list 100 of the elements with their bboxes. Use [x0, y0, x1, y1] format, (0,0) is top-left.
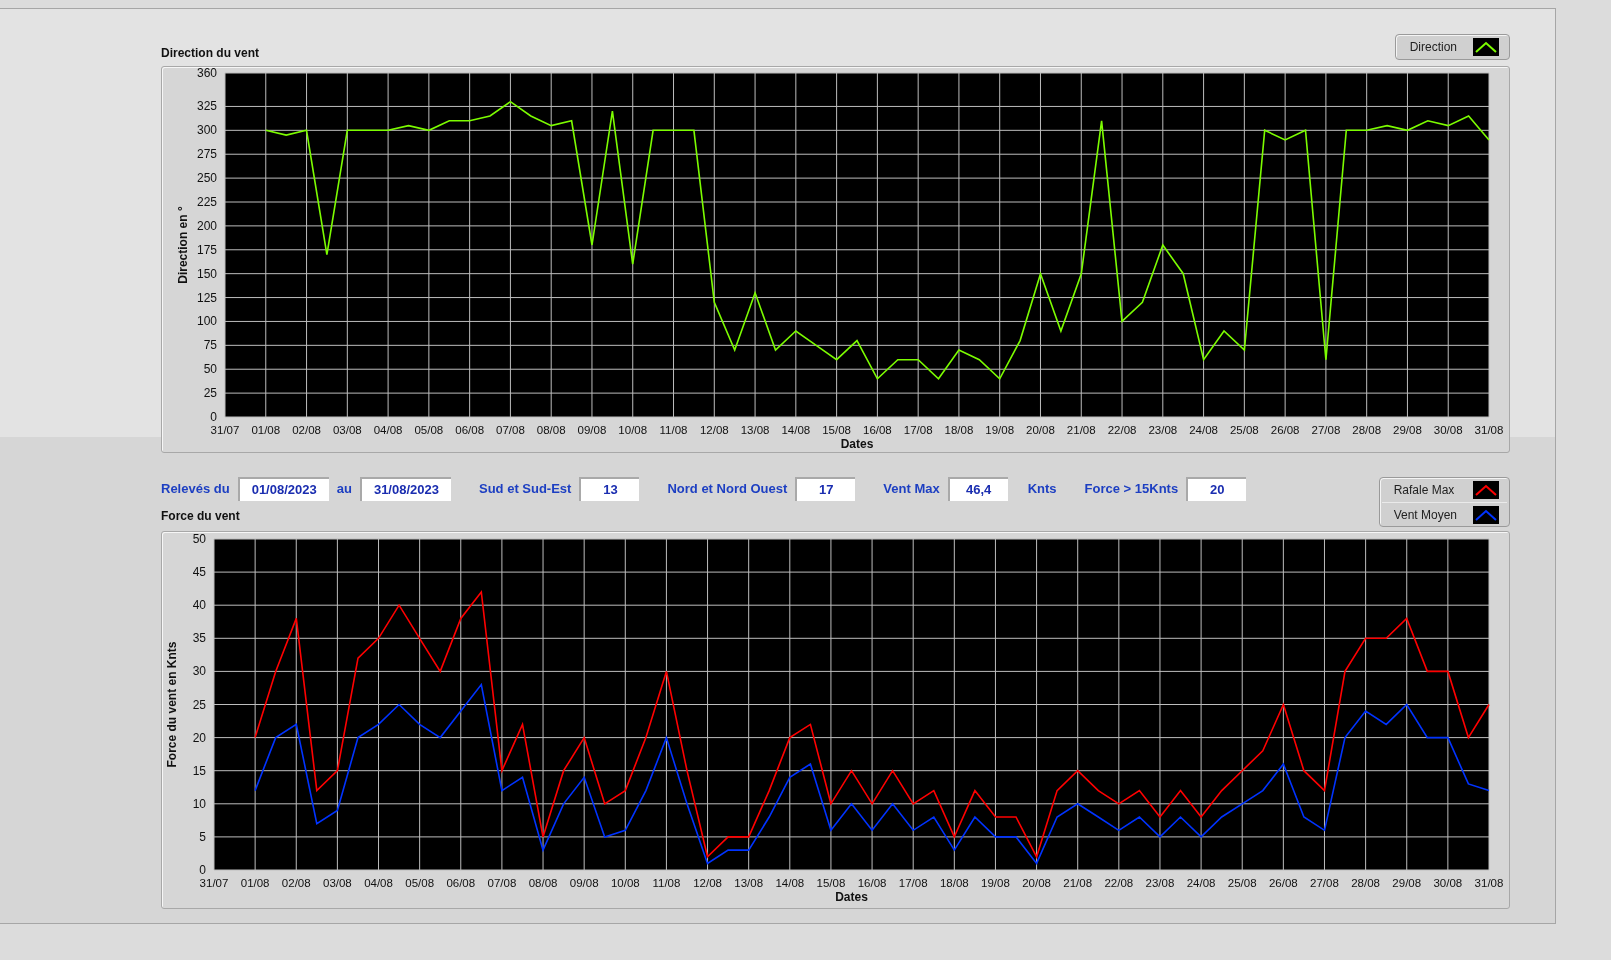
axis-tick-label: 35	[192, 631, 206, 646]
axis-tick-label: 325	[196, 99, 217, 114]
axis-tick-label: 200	[196, 218, 217, 233]
axis-tick-label: 26/08	[1270, 424, 1300, 436]
legend-line-icon	[1473, 481, 1499, 499]
value-field[interactable]: 20	[1186, 477, 1247, 501]
axis-tick-label: 5	[199, 829, 206, 844]
axis-tick-label: 13/08	[734, 877, 764, 889]
axis-tick-label: 22/08	[1107, 424, 1137, 436]
axis-tick-label: 27/08	[1311, 424, 1341, 436]
axis-tick-label: 03/08	[323, 877, 352, 889]
axis-tick-label: 18/08	[939, 877, 969, 889]
axis-tick-label: 31/08	[1474, 877, 1504, 889]
axis-tick-label: 20	[192, 730, 206, 745]
axis-tick-label: 125	[196, 290, 217, 305]
axis-tick-label: 17/08	[898, 877, 928, 889]
axis-tick-label: 17/08	[903, 424, 933, 436]
value-field[interactable]: 46,4	[947, 477, 1008, 501]
axis-tick-label: 19/08	[981, 877, 1010, 889]
axis-tick-label: 05/08	[405, 877, 435, 889]
axis-tick-label: 14/08	[775, 877, 805, 889]
value-field[interactable]: 13	[579, 477, 640, 501]
axis-tick-label: 150	[196, 266, 217, 281]
axis-tick-label: 08/08	[536, 424, 566, 436]
axis-tick-label: 09/08	[569, 877, 599, 889]
axis-tick-label: 0	[199, 863, 206, 877]
axis-tick-label: 30/08	[1433, 877, 1463, 889]
axis-tick-label: 25/08	[1227, 877, 1257, 889]
field-label: Nord et Nord Ouest	[667, 480, 788, 499]
axis-tick-label: 175	[196, 242, 217, 257]
axis-tick-label: 40	[192, 598, 206, 613]
axis-tick-label: 16/08	[863, 424, 892, 436]
axis-tick-label: 31/07	[210, 424, 240, 436]
chart-title: Force du vent	[161, 508, 241, 525]
legend-label: Rafale Max	[1393, 482, 1455, 499]
axis-tick-label: 10	[192, 796, 206, 811]
axis-tick-label: 28/08	[1352, 424, 1382, 436]
axis-tick-label: 100	[196, 314, 217, 329]
axis-tick-label: 12/08	[699, 424, 729, 436]
axis-tick-label: 05/08	[414, 424, 444, 436]
axis-tick-label: 25	[192, 697, 206, 712]
axis-tick-label: 23/08	[1145, 877, 1175, 889]
axis-tick-label: 30	[192, 664, 206, 679]
axis-tick-label: 360	[196, 67, 217, 80]
axis-tick-label: 02/08	[281, 877, 311, 889]
axis-tick-label: 03/08	[332, 424, 362, 436]
axis-tick-label: 13/08	[740, 424, 770, 436]
axis-tick-label: 50	[203, 362, 217, 377]
axis-title: Direction en °	[176, 206, 190, 284]
axis-tick-label: 21/08	[1066, 424, 1096, 436]
axis-tick-label: 19/08	[985, 424, 1015, 436]
axis-tick-label: 31/07	[199, 877, 229, 889]
axis-tick-label: 20/08	[1026, 424, 1055, 436]
axis-tick-label: 27/08	[1310, 877, 1339, 889]
axis-tick-label: 02/08	[292, 424, 321, 436]
axis-tick-label: 300	[196, 123, 217, 138]
axis-tick-label: 0	[210, 410, 217, 424]
axis-tick-label: 29/08	[1393, 424, 1422, 436]
legend-label: Vent Moyen	[1393, 506, 1457, 524]
axis-tick-label: 04/08	[364, 877, 393, 889]
field-label: au	[336, 480, 352, 499]
axis-tick-label: 06/08	[455, 424, 485, 436]
chart-title: Direction du vent	[161, 45, 259, 62]
axis-tick-label: 11/08	[652, 877, 681, 889]
value-field[interactable]: 01/08/2023	[237, 477, 329, 501]
value-field[interactable]: 17	[795, 477, 856, 501]
axis-tick-label: 75	[203, 338, 217, 353]
axis-title: Dates	[835, 890, 868, 904]
axis-tick-label: 24/08	[1189, 424, 1218, 436]
legend-line-icon	[1473, 38, 1499, 56]
unit-label: Knts	[1027, 480, 1057, 499]
axis-tick-label: 01/08	[240, 877, 270, 889]
axis-tick-label: 22/08	[1104, 877, 1134, 889]
axis-tick-label: 225	[196, 195, 217, 209]
axis-tick-label: 16/08	[857, 877, 887, 889]
axis-tick-label: 25/08	[1229, 424, 1259, 436]
axis-tick-label: 15	[192, 763, 206, 778]
axis-tick-label: 45	[192, 565, 206, 580]
axis-tick-label: 04/08	[373, 424, 403, 436]
axis-tick-label: 14/08	[781, 424, 811, 436]
axis-tick-label: 09/08	[577, 424, 607, 436]
legend-label: Direction	[1409, 39, 1457, 56]
value-field[interactable]: 31/08/2023	[359, 477, 451, 501]
axis-tick-label: 21/08	[1063, 877, 1093, 889]
axis-tick-label: 10/08	[610, 877, 640, 889]
field-label: Force > 15Knts	[1084, 480, 1179, 499]
axis-tick-label: 25	[203, 386, 217, 401]
axis-tick-label: 15/08	[816, 877, 846, 889]
axis-tick-label: 31/08	[1474, 424, 1504, 436]
axis-tick-label: 28/08	[1351, 877, 1380, 889]
field-label: Relevés du	[161, 480, 230, 499]
axis-title: Force du vent en Knts	[165, 641, 179, 768]
axis-tick-label: 24/08	[1186, 877, 1216, 889]
axis-tick-label: 15/08	[822, 424, 851, 436]
axis-tick-label: 29/08	[1392, 877, 1422, 889]
axis-tick-label: 23/08	[1148, 424, 1178, 436]
axis-tick-label: 250	[196, 171, 217, 186]
axis-tick-label: 08/08	[528, 877, 558, 889]
axis-tick-label: 12/08	[693, 877, 722, 889]
axis-tick-label: 06/08	[446, 877, 476, 889]
